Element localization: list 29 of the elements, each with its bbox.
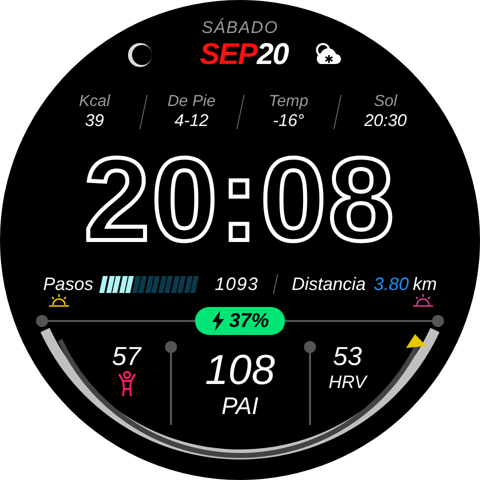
moon-icon — [126, 41, 154, 69]
stat-label: Sol — [372, 92, 398, 111]
metric-value: 57 — [112, 341, 141, 371]
stat-label: De Pie — [166, 92, 217, 111]
stat-label: Kcal — [78, 92, 112, 111]
month-text: SEP — [200, 38, 257, 72]
stat-value: -16° — [272, 111, 306, 131]
distance-unit: km — [412, 273, 437, 295]
steps-value: 1093 — [214, 273, 259, 295]
stat-label: Temp — [268, 92, 310, 111]
sunrise-icon — [48, 293, 70, 309]
stat-value: 4-12 — [173, 111, 210, 131]
person-icon — [116, 371, 136, 397]
distance-value: 3.80 — [374, 273, 409, 295]
stat-value: 20:30 — [363, 111, 408, 131]
time-display: 20:08 — [84, 141, 396, 259]
date-text: 20 — [256, 38, 288, 72]
sunset-icon — [412, 293, 434, 309]
pai-label: PAI — [222, 393, 258, 421]
distance-label: Distancia — [292, 273, 366, 295]
triangle-marker-icon — [406, 334, 426, 348]
stat-value: 39 — [84, 111, 105, 131]
bolt-icon — [210, 311, 225, 331]
metric-value: 53 — [333, 341, 362, 371]
steps-label: Pasos — [43, 273, 94, 295]
day-label: SÁBADO — [202, 18, 278, 38]
pai-value: 108 — [204, 347, 276, 393]
metric-label: HRV — [328, 371, 366, 393]
battery-badge: 37% — [194, 307, 286, 335]
